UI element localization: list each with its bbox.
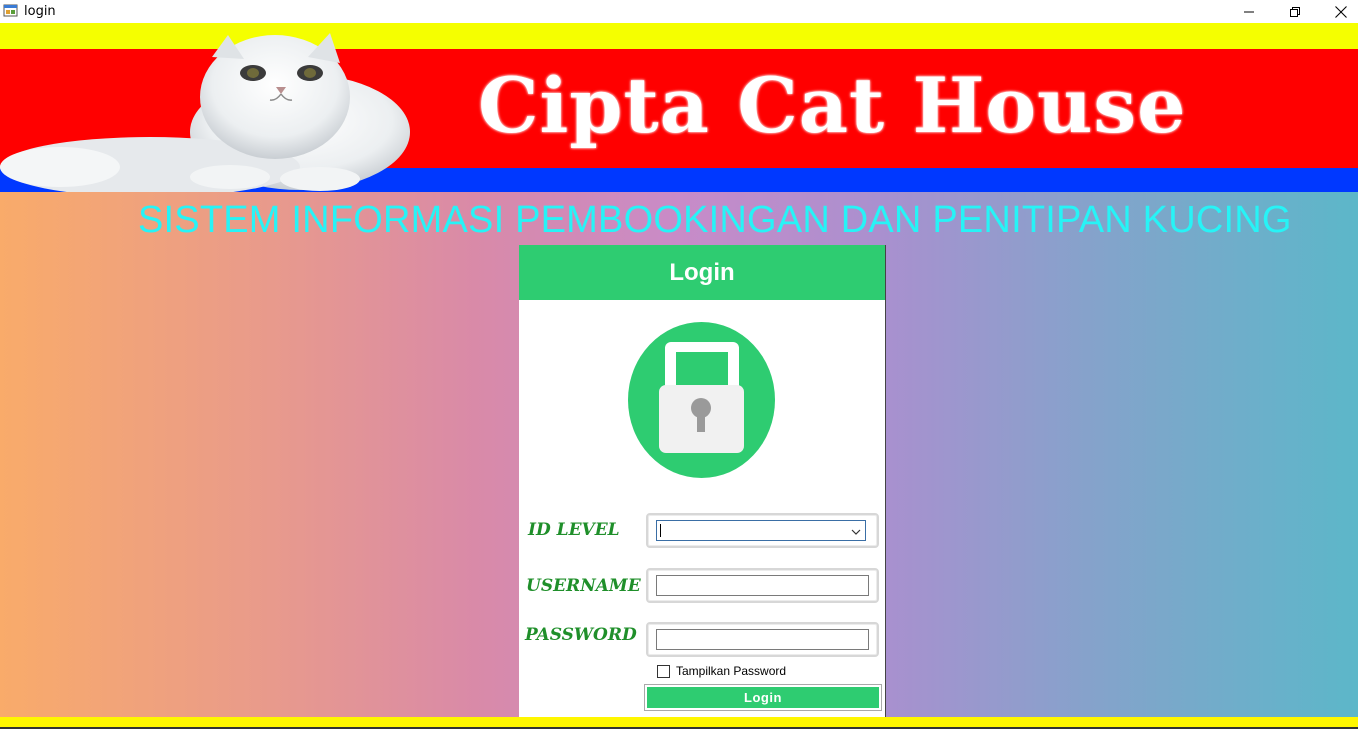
form-client-area: Cipta Cat House SISTEM INFORMASI PEMBOOK… [0,23,1358,729]
login-button-label[interactable]: Login [647,687,879,708]
username-input[interactable] [656,575,869,596]
header-banner: Cipta Cat House [0,23,1358,192]
close-icon [1335,5,1347,18]
login-panel: Login ID LEVEL USERNAME PASSWORD Tampilk… [519,245,886,722]
username-frame [646,568,879,603]
password-input[interactable] [656,629,869,650]
login-panel-header: Login [519,245,885,300]
restore-icon [1290,6,1300,17]
padlock-icon [628,322,775,478]
show-password-checkbox[interactable] [657,664,670,678]
username-label: USERNAME [526,576,641,596]
minimize-button[interactable] [1226,0,1272,23]
window-title-bar[interactable]: login [0,0,1358,23]
minimize-icon [1244,7,1254,17]
password-label: PASSWORD [525,625,637,645]
restore-button[interactable] [1272,0,1318,23]
chevron-down-icon[interactable] [851,526,861,540]
show-password-option[interactable]: Tampilkan Password [657,664,786,678]
id-level-dropdown[interactable] [656,520,866,541]
password-frame [646,622,879,657]
login-button[interactable]: Login [644,684,882,711]
id-level-frame [646,513,879,548]
close-button[interactable] [1318,0,1358,23]
id-level-label: ID LEVEL [528,520,620,540]
app-form-icon [3,3,19,19]
persian-cat-photo [0,33,410,192]
footer-yellow-stripe [0,717,1358,727]
brand-title: Cipta Cat House [478,61,1187,150]
window-title: login [24,4,56,19]
show-password-label[interactable]: Tampilkan Password [676,664,786,678]
system-subtitle: SISTEM INFORMASI PEMBOOKINGAN DAN PENITI… [138,199,1292,241]
text-caret [660,524,661,537]
